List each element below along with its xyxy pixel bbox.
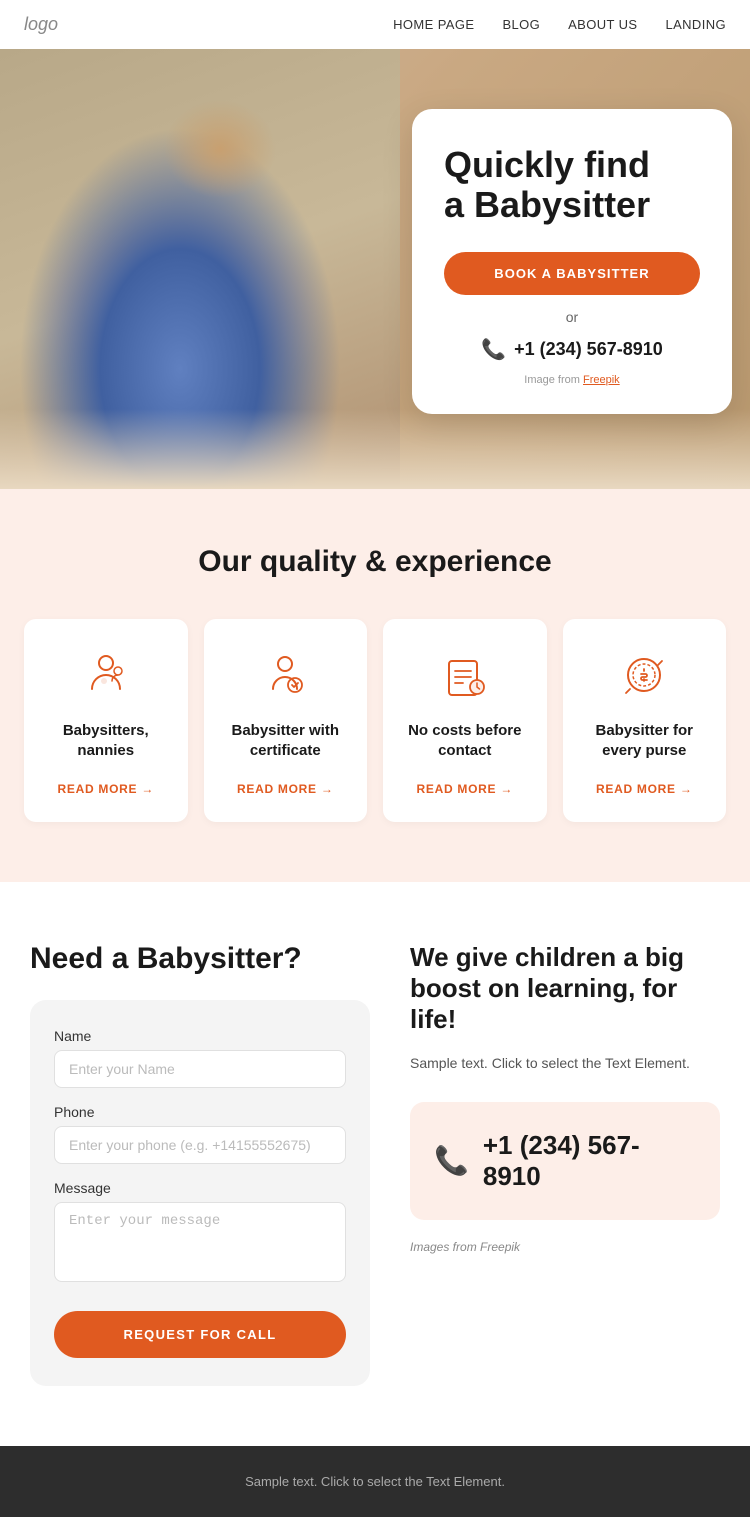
- form-heading: Need a Babysitter?: [30, 942, 370, 976]
- babysitter-nannies-icon: [78, 647, 134, 703]
- purse-icon: [616, 647, 672, 703]
- hero-heading: Quickly find a Babysitter: [444, 145, 700, 224]
- quality-card-3-readmore[interactable]: READ MORE →: [416, 782, 513, 796]
- phone-box-icon: 📞: [434, 1144, 469, 1177]
- hero-phone: 📞 +1 (234) 567-8910: [444, 337, 700, 362]
- footer: Sample text. Click to select the Text El…: [0, 1446, 750, 1517]
- hero-card: Quickly find a Babysitter BOOK A BABYSIT…: [412, 109, 732, 414]
- phone-icon: 📞: [481, 337, 506, 362]
- form-left: Need a Babysitter? Name Phone Message RE…: [30, 942, 370, 1386]
- form-section: Need a Babysitter? Name Phone Message RE…: [0, 882, 750, 1446]
- phone-input[interactable]: [54, 1126, 346, 1164]
- footer-text: Sample text. Click to select the Text El…: [24, 1474, 726, 1489]
- quality-card-1-title: Babysitters, nannies: [40, 721, 172, 760]
- request-for-call-button[interactable]: REQUEST FOR CALL: [54, 1311, 346, 1358]
- contact-form: Name Phone Message REQUEST FOR CALL: [30, 1000, 370, 1386]
- name-input[interactable]: [54, 1050, 346, 1088]
- phone-field-group: Phone: [54, 1104, 346, 1164]
- hero-phone-number: +1 (234) 567-8910: [514, 339, 663, 360]
- hero-or-text: or: [444, 309, 700, 325]
- right-body: Sample text. Click to select the Text El…: [410, 1052, 720, 1074]
- nav-home[interactable]: HOME PAGE: [393, 17, 474, 32]
- right-image-credit: Images from Freepik: [410, 1240, 720, 1254]
- quality-section: Our quality & experience Babysitters, na…: [0, 489, 750, 882]
- quality-card-4: Babysitter for every purse READ MORE →: [563, 619, 727, 822]
- quality-card-2-readmore[interactable]: READ MORE →: [237, 782, 334, 796]
- nav-about[interactable]: ABOUT US: [568, 17, 637, 32]
- hero-section: Quickly find a Babysitter BOOK A BABYSIT…: [0, 49, 750, 489]
- message-field-group: Message: [54, 1180, 346, 1287]
- phone-label: Phone: [54, 1104, 346, 1120]
- message-textarea[interactable]: [54, 1202, 346, 1282]
- message-label: Message: [54, 1180, 346, 1196]
- quality-heading: Our quality & experience: [24, 545, 726, 579]
- quality-cards: Babysitters, nannies READ MORE → Babysit…: [24, 619, 726, 822]
- hero-image-credit: Image from Freepik: [444, 374, 700, 386]
- phone-box-number: +1 (234) 567-8910: [483, 1130, 696, 1192]
- quality-card-4-readmore[interactable]: READ MORE →: [596, 782, 693, 796]
- hero-floor: [0, 409, 750, 489]
- name-label: Name: [54, 1028, 346, 1044]
- navbar: logo HOME PAGE BLOG ABOUT US LANDING: [0, 0, 750, 49]
- phone-box: 📞 +1 (234) 567-8910: [410, 1102, 720, 1220]
- nav-landing[interactable]: LANDING: [665, 17, 726, 32]
- certificate-icon: [257, 647, 313, 703]
- quality-card-1: Babysitters, nannies READ MORE →: [24, 619, 188, 822]
- quality-card-3-title: No costs before contact: [399, 721, 531, 760]
- right-heading: We give children a big boost on learning…: [410, 942, 720, 1036]
- book-babysitter-button[interactable]: BOOK A BABYSITTER: [444, 252, 700, 295]
- hero-freepik-link[interactable]: Freepik: [583, 374, 620, 386]
- quality-card-4-title: Babysitter for every purse: [579, 721, 711, 760]
- no-costs-icon: [437, 647, 493, 703]
- nav-blog[interactable]: BLOG: [502, 17, 540, 32]
- quality-card-2: Babysitter with certificate READ MORE →: [204, 619, 368, 822]
- quality-card-2-title: Babysitter with certificate: [220, 721, 352, 760]
- quality-card-1-readmore[interactable]: READ MORE →: [57, 782, 154, 796]
- form-right: We give children a big boost on learning…: [410, 942, 720, 1386]
- nav-links: HOME PAGE BLOG ABOUT US LANDING: [393, 17, 726, 32]
- quality-card-3: No costs before contact READ MORE →: [383, 619, 547, 822]
- logo: logo: [24, 14, 58, 35]
- name-field-group: Name: [54, 1028, 346, 1088]
